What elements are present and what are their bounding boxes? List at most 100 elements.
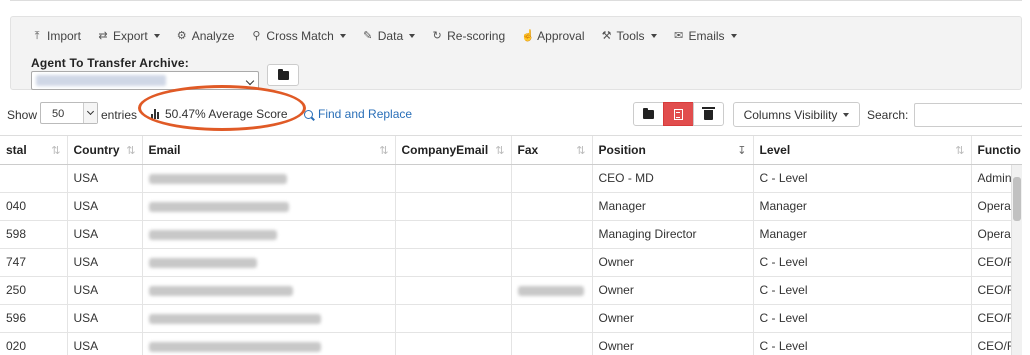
cell-postal: 250: [0, 276, 68, 305]
cell-fax: [511, 276, 593, 305]
column-header-country[interactable]: Country ⇅: [67, 136, 143, 165]
top-divider: [10, 0, 1022, 4]
cell-fax: [511, 332, 593, 355]
table-row[interactable]: 250 USA Owner C - Level CEO/F: [0, 276, 1030, 305]
import-button[interactable]: ⤒ Import: [31, 29, 81, 43]
column-header-postal[interactable]: stal ⇅: [0, 136, 68, 165]
thumbs-up-icon: ☝: [521, 30, 535, 42]
column-header-level[interactable]: Level ⇅: [753, 136, 972, 165]
search-label: Search:: [867, 108, 909, 122]
list-view-button[interactable]: [663, 102, 694, 126]
sort-icon: ⇅: [576, 145, 586, 157]
emails-button[interactable]: ✉ Emails: [673, 29, 737, 43]
cell-position: CEO - MD: [592, 164, 754, 193]
cell-company-email: [395, 220, 512, 249]
archive-folder-button[interactable]: [267, 64, 299, 86]
folder-view-button[interactable]: [633, 102, 664, 126]
cell-position: Owner: [592, 276, 754, 305]
refresh-icon: ↻: [432, 30, 442, 42]
column-header-position[interactable]: Position ↧: [592, 136, 754, 165]
cell-country: USA: [67, 276, 143, 305]
cell-fax: [511, 164, 593, 193]
chevron-down-icon: [409, 34, 416, 38]
cell-email: [142, 164, 396, 193]
cell-position: Manager: [592, 192, 754, 221]
sort-ascending-icon: ↧: [737, 145, 747, 157]
upload-icon: ⤒: [34, 30, 40, 42]
scrollbar-thumb[interactable]: [1013, 177, 1021, 221]
column-header-email[interactable]: Email ⇅: [142, 136, 396, 165]
table-row[interactable]: 040 USA Manager Manager Opera: [0, 192, 1030, 221]
page-right-edge: [1022, 0, 1030, 355]
export-arrows-icon: ⇄: [98, 30, 108, 42]
approval-button[interactable]: ☝ Approval: [521, 29, 584, 43]
cell-country: USA: [67, 164, 143, 193]
columns-visibility-button[interactable]: Columns Visibility: [733, 102, 860, 127]
cell-postal: 747: [0, 248, 68, 277]
delete-button[interactable]: [693, 102, 724, 126]
cell-level: C - Level: [753, 248, 972, 277]
cell-country: USA: [67, 332, 143, 355]
folder-icon: [277, 68, 289, 80]
table-row[interactable]: 596 USA Owner C - Level CEO/F: [0, 304, 1030, 333]
cell-company-email: [395, 164, 512, 193]
column-header-fax[interactable]: Fax ⇅: [511, 136, 593, 165]
cell-level: C - Level: [753, 332, 972, 355]
table-row[interactable]: USA CEO - MD C - Level Admin: [0, 164, 1030, 193]
cell-position: Owner: [592, 332, 754, 355]
cell-fax: [511, 220, 593, 249]
rescoring-button[interactable]: ↻ Re-scoring: [431, 29, 506, 43]
sort-icon: ⇅: [379, 145, 389, 157]
cell-level: C - Level: [753, 304, 972, 333]
tools-button[interactable]: ⚒ Tools: [601, 29, 657, 43]
chevron-down-icon: [245, 76, 255, 86]
archive-agent-label: Agent To Transfer Archive:: [31, 56, 189, 70]
chevron-down-icon: [843, 112, 850, 117]
cell-fax: [511, 304, 593, 333]
cross-match-button[interactable]: ⚲ Cross Match: [250, 29, 346, 43]
entries-select[interactable]: 50: [40, 102, 98, 124]
analyze-button[interactable]: ⚙ Analyze: [176, 29, 235, 43]
chevron-down-icon: [730, 34, 737, 38]
view-button-group: [633, 102, 724, 126]
table-header-row: stal ⇅ Country ⇅ Email ⇅ CompanyEmail ⇅ Fax ⇅…: [0, 136, 1030, 165]
cell-company-email: [395, 248, 512, 277]
table-row[interactable]: 747 USA Owner C - Level CEO/F: [0, 248, 1030, 277]
cell-fax: [511, 248, 593, 277]
cell-country: USA: [67, 220, 143, 249]
chevron-down-icon: [339, 34, 346, 38]
cell-email: [142, 248, 396, 277]
search-input[interactable]: [914, 103, 1023, 127]
cell-company-email: [395, 276, 512, 305]
gear-icon: ⚙: [176, 30, 187, 42]
pencil-icon: ✎: [363, 30, 373, 42]
entries-value: 50: [52, 108, 65, 120]
cell-country: USA: [67, 192, 143, 221]
data-button[interactable]: ✎ Data: [362, 29, 416, 43]
folder-icon: [643, 107, 654, 119]
envelope-icon: ✉: [673, 30, 684, 42]
cell-postal: 040: [0, 192, 68, 221]
cell-email: [142, 220, 396, 249]
cell-country: USA: [67, 304, 143, 333]
show-label: Show: [7, 108, 38, 122]
cell-company-email: [395, 304, 512, 333]
export-button[interactable]: ⇄ Export: [97, 29, 160, 43]
cell-company-email: [395, 192, 512, 221]
find-replace-link[interactable]: Find and Replace: [304, 107, 412, 121]
cell-postal: 596: [0, 304, 68, 333]
entries-label: entries: [101, 108, 138, 122]
cell-position: Managing Director: [592, 220, 754, 249]
column-header-company-email[interactable]: CompanyEmail ⇅: [395, 136, 512, 165]
cell-country: USA: [67, 248, 143, 277]
vertical-scrollbar[interactable]: [1011, 165, 1022, 355]
table-row[interactable]: 598 USA Managing Director Manager Opera: [0, 220, 1030, 249]
cell-level: C - Level: [753, 276, 972, 305]
tools-icon: ⚒: [601, 30, 612, 42]
cell-postal: 020: [0, 332, 68, 355]
cell-position: Owner: [592, 248, 754, 277]
cell-postal: [0, 164, 68, 193]
cell-level: C - Level: [753, 164, 972, 193]
table-row[interactable]: 020 USA Owner C - Level CEO/F: [0, 332, 1030, 355]
trash-icon: [702, 107, 715, 120]
